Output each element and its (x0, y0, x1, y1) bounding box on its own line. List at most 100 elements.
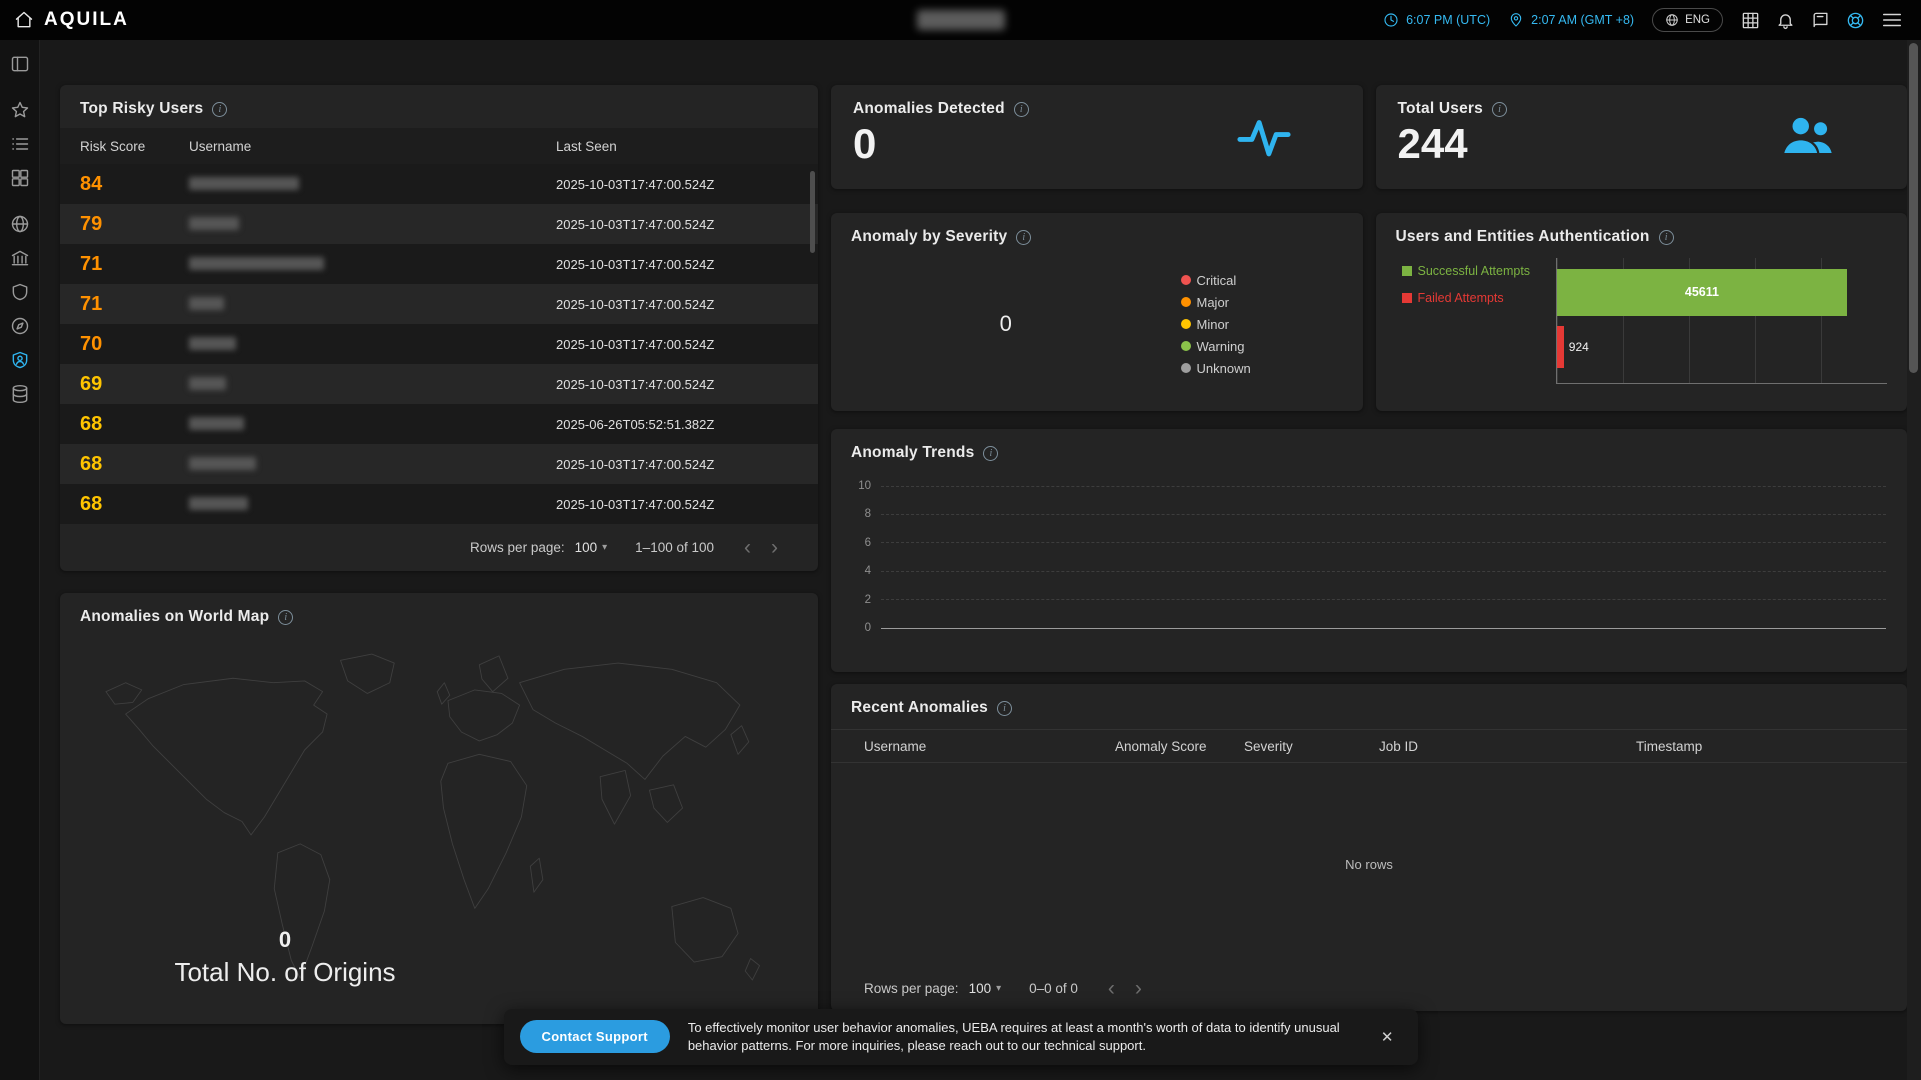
documentation-icon[interactable] (1811, 11, 1830, 30)
gridline: 0 (849, 622, 1886, 634)
info-icon[interactable]: i (1492, 102, 1507, 117)
support-icon[interactable] (1846, 11, 1865, 30)
apps-grid-icon[interactable] (1741, 11, 1760, 30)
risky-user-row[interactable]: 712025-10-03T17:47:00.524Z (60, 284, 818, 324)
risk-score: 84 (80, 173, 189, 196)
severity-legend: Critical Major Minor Warning Unknown (1181, 273, 1363, 376)
recent-anomalies-pagination: Rows per page: 100 ▾ 0–0 of 0 ‹ › (831, 965, 1907, 1011)
rows-per-page-select[interactable]: 100 ▾ (575, 540, 608, 555)
recent-anomalies-header: UsernameAnomaly ScoreSeverityJob IDTimes… (831, 729, 1907, 763)
y-tick-label: 8 (849, 508, 871, 520)
risk-score: 70 (80, 333, 189, 356)
legend-item[interactable]: Critical (1181, 273, 1329, 288)
risky-user-row[interactable]: 682025-10-03T17:47:00.524Z (60, 484, 818, 524)
dashboard-grid-icon[interactable] (10, 168, 30, 188)
shield-icon[interactable] (10, 282, 30, 302)
info-icon[interactable]: i (1016, 230, 1031, 245)
y-tick-label: 10 (849, 480, 871, 492)
grid-line (881, 542, 1886, 543)
info-icon[interactable]: i (1014, 102, 1029, 117)
y-tick-label: 4 (849, 565, 871, 577)
legend-label: Failed Attempts (1418, 291, 1504, 305)
gridline: 8 (849, 508, 1886, 520)
navbar-left: AQUILA (14, 9, 129, 31)
failed-bar-label: 924 (1569, 326, 1589, 369)
panel-icon[interactable] (10, 54, 30, 74)
card-title: Anomalies Detected (853, 100, 1005, 118)
scrollbar-thumb[interactable] (1909, 43, 1918, 373)
info-icon[interactable]: i (1659, 230, 1674, 245)
legend-label: Warning (1197, 339, 1245, 354)
column-header: Username (189, 139, 556, 154)
legend-item[interactable]: Minor (1181, 317, 1329, 332)
close-icon[interactable]: ✕ (1373, 1024, 1402, 1050)
legend-item[interactable]: Unknown (1181, 361, 1329, 376)
redacted-username (189, 457, 256, 470)
last-seen: 2025-10-03T17:47:00.524Z (556, 377, 818, 392)
grid-line (881, 571, 1886, 572)
info-icon[interactable]: i (278, 610, 293, 625)
legend-item[interactable]: Warning (1181, 339, 1329, 354)
risk-score: 71 (80, 293, 189, 316)
navbar-right: 6:07 PM (UTC) 2:07 AM (GMT +8) ENG (1383, 8, 1903, 32)
rows-per-page-select[interactable]: 100 ▾ (969, 981, 1002, 996)
gridline: 4 (849, 565, 1886, 577)
redacted-username (189, 297, 224, 310)
origins-count: 0 (115, 927, 455, 953)
risky-user-row[interactable]: 712025-10-03T17:47:00.524Z (60, 244, 818, 284)
risky-user-row[interactable]: 792025-10-03T17:47:00.524Z (60, 204, 818, 244)
right-column: Anomalies Detected i 0 Total Users i 244… (831, 85, 1907, 1011)
page-scrollbar[interactable] (1907, 40, 1921, 1080)
prev-page-button[interactable]: ‹ (1098, 976, 1125, 1001)
prev-page-button[interactable]: ‹ (734, 535, 761, 560)
caret-down-icon: ▾ (996, 983, 1001, 994)
column-header: Timestamp (1636, 739, 1887, 754)
language-selector[interactable]: ENG (1652, 8, 1723, 32)
star-icon[interactable] (10, 100, 30, 120)
menu-icon[interactable] (1881, 9, 1903, 31)
column-header: Job ID (1379, 739, 1636, 754)
legend-label: Successful Attempts (1418, 264, 1531, 278)
info-icon[interactable]: i (212, 102, 227, 117)
legend-item[interactable]: Successful Attempts (1402, 264, 1548, 278)
grid-line (881, 514, 1886, 515)
contact-support-button[interactable]: Contact Support (520, 1020, 670, 1053)
failed-bar (1557, 326, 1564, 369)
list-icon[interactable] (10, 134, 30, 154)
next-page-button[interactable]: › (761, 535, 788, 560)
next-page-button[interactable]: › (1125, 976, 1152, 1001)
mid-row: Anomaly by Severity i 0 Critical Major Min… (831, 213, 1907, 411)
gridline: 10 (849, 480, 1886, 492)
legend-label: Major (1197, 295, 1230, 310)
compass-icon[interactable] (10, 316, 30, 336)
severity-total: 0 (831, 311, 1181, 337)
risk-score: 68 (80, 413, 189, 436)
column-header: Last Seen (556, 139, 818, 154)
card-title: Anomaly by Severity (851, 228, 1007, 246)
card-head: Anomaly Trends i (831, 429, 1907, 462)
legend-label: Minor (1197, 317, 1230, 332)
risky-user-row[interactable]: 702025-10-03T17:47:00.524Z (60, 324, 818, 364)
last-seen: 2025-10-03T17:47:00.524Z (556, 177, 818, 192)
gridline: 6 (849, 537, 1886, 549)
risky-user-row[interactable]: 682025-06-26T05:52:51.382Z (60, 404, 818, 444)
top-risky-users-card: Top Risky Users i Risk ScoreUsernameLast… (60, 85, 818, 571)
user-shield-icon[interactable] (10, 350, 30, 370)
top-navbar: AQUILA 6:07 PM (UTC) 2:07 AM (GMT +8) EN… (0, 0, 1921, 40)
risky-user-row[interactable]: 84 2025-10-03T17:47:00.524Z (60, 164, 818, 204)
grid-line (881, 628, 1886, 629)
database-icon[interactable] (10, 384, 30, 404)
info-icon[interactable]: i (983, 446, 998, 461)
table-scrollbar[interactable] (810, 171, 815, 253)
legend-item[interactable]: Major (1181, 295, 1329, 310)
notifications-icon[interactable] (1776, 11, 1795, 30)
legend-item[interactable]: Failed Attempts (1402, 291, 1548, 305)
bank-icon[interactable] (10, 248, 30, 268)
last-seen: 2025-10-03T17:47:00.524Z (556, 217, 818, 232)
risky-user-row[interactable]: 692025-10-03T17:47:00.524Z (60, 364, 818, 404)
home-icon[interactable] (14, 10, 34, 30)
stat-row: Anomalies Detected i 0 Total Users i 244 (831, 85, 1907, 189)
globe-nav-icon[interactable] (10, 214, 30, 234)
info-icon[interactable]: i (997, 701, 1012, 716)
risky-user-row[interactable]: 682025-10-03T17:47:00.524Z (60, 444, 818, 484)
